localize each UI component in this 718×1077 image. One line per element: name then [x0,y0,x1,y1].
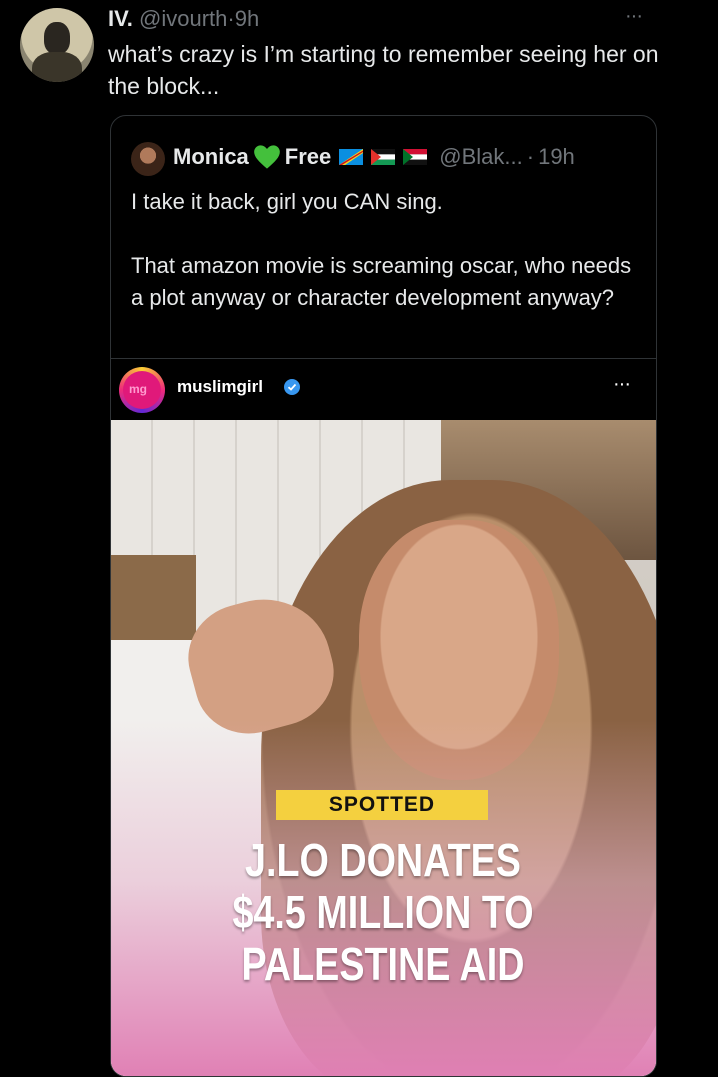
headline-line-1: J.LO DONATES [245,834,521,886]
headline-line-2: $4.5 MILLION TO [232,886,534,938]
post-headline: J.LO DONATES $4.5 MILLION TO PALESTINE A… [227,834,539,990]
author-name[interactable]: IV. [108,6,133,31]
spotted-tag: SPOTTED [276,790,488,820]
author-handle[interactable]: @ivourth [139,6,227,31]
post-photo: SPOTTED J.LO DONATES $4.5 MILLION TO PAL… [111,420,656,1076]
palestine-flag-icon [371,149,396,165]
verified-badge-icon [284,379,300,395]
sudan-flag-icon [403,149,428,165]
tweet-header: IV. @ivourth·9h [108,6,259,32]
avatar-body [32,52,82,82]
congo-flag-icon [339,149,364,165]
instagram-avatar-text: mg [129,382,147,396]
quoted-author-handle: @Blak... [439,144,523,169]
quoted-author-avatar [131,142,165,176]
quoted-header: Monica Free @Blak... · 19h [173,142,575,172]
more-options-icon[interactable]: ··· [625,6,655,26]
quoted-text-line-2: That amazon movie is screaming oscar, wh… [131,253,632,310]
instagram-username: muslimgirl [177,377,263,396]
quoted-separator: · [526,144,535,169]
headline-line-3: PALESTINE AID [241,938,525,990]
instagram-more-icon: ··· [613,373,631,395]
quoted-text: I take it back, girl you CAN sing. That … [131,186,641,314]
green-heart-icon [253,145,280,169]
avatar-face [44,22,70,54]
instagram-avatar-inner: mg [123,371,161,409]
tweet-text: what’s crazy is I’m starting to remember… [108,41,659,99]
quoted-time: 19h [538,144,575,169]
header-separator: · [227,6,235,31]
quoted-author-name: Monica [173,144,249,169]
quoted-author-name-suffix: Free [284,144,332,169]
instagram-avatar: mg [119,367,165,413]
quoted-text-line-1: I take it back, girl you CAN sing. [131,189,443,214]
embedded-media[interactable]: mg muslimgirl ··· SPOTTED J.LO DONATES $… [111,358,656,1076]
quoted-tweet-card[interactable]: Monica Free @Blak... · 19h I take it back,… [110,115,657,1077]
author-avatar[interactable] [20,8,94,82]
tweet-time[interactable]: 9h [235,6,259,31]
instagram-header: mg muslimgirl ··· [111,359,656,420]
